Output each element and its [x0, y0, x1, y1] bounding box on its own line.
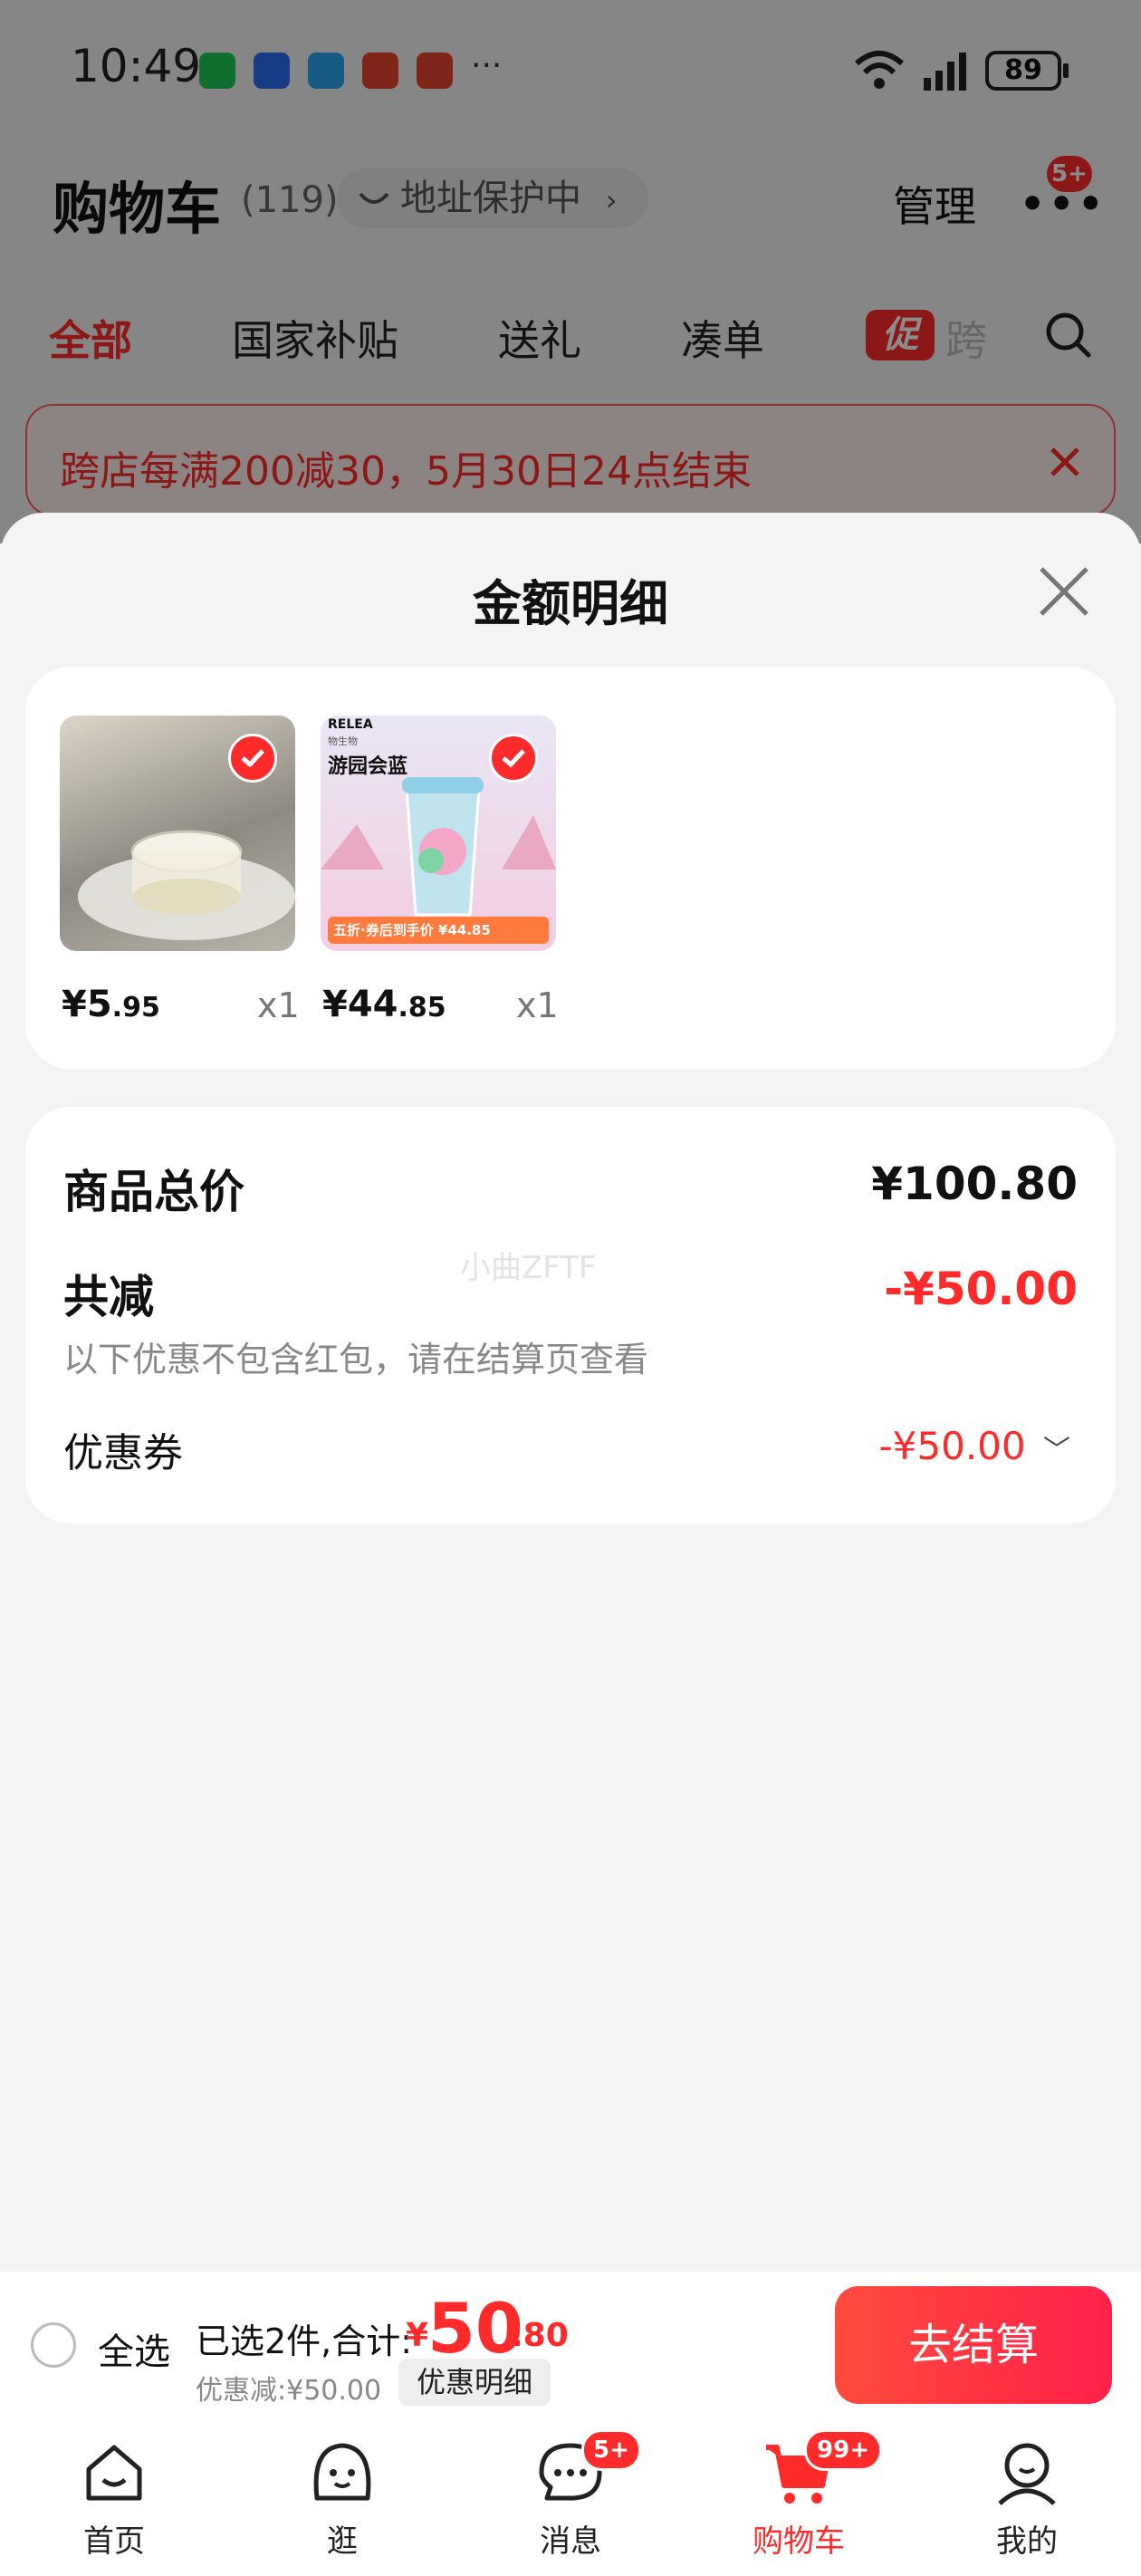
tab-cart[interactable]: 99+ 购物车	[726, 2429, 882, 2561]
product-qty: x1	[257, 985, 300, 1025]
home-icon	[86, 2445, 142, 2501]
checkout-button[interactable]: 去结算	[835, 2286, 1112, 2404]
tab-home[interactable]: 首页	[42, 2438, 187, 2561]
total-decimal: .80	[511, 2317, 569, 2354]
products-card: ¥5.95 x1 RELEA 物生物 游园会蓝 五折·券后到手价 ¥44.85 …	[25, 667, 1116, 1069]
selected-count-text: 已选2件,合计:	[196, 2321, 413, 2361]
tab-cart-label: 购物车	[753, 2523, 845, 2560]
tab-browse-label: 逛	[327, 2523, 358, 2560]
product-price: ¥5.95	[62, 984, 160, 1025]
close-icon[interactable]	[1038, 565, 1090, 618]
selected-check-icon[interactable]	[489, 734, 538, 783]
total-integer: 50	[427, 2288, 523, 2369]
discount-label: 共减	[63, 1271, 154, 1323]
checkout-bar: 全选 已选2件,合计: ¥ 50 .80 优惠减:¥50.00 优惠明细 去结算	[0, 2272, 1141, 2420]
tab-home-label: 首页	[83, 2523, 145, 2560]
total-value: ¥100.80	[871, 1158, 1078, 1210]
cart-page-background: 10:49 ··· 89 购物车 (119) 地址保护中 › 管理 ••• 5+…	[0, 0, 1141, 543]
messages-badge: 5+	[581, 2429, 641, 2471]
tab-messages[interactable]: 5+ 消息	[498, 2429, 643, 2561]
coupon-row-value[interactable]: -¥50.00 ﹀	[879, 1424, 1070, 1468]
select-all-radio[interactable]	[31, 2322, 76, 2368]
tab-profile[interactable]: 我的	[954, 2438, 1099, 2561]
discount-value: -¥50.00	[884, 1263, 1078, 1315]
price-summary-card: 商品总价 ¥100.80 小曲ZFTF 共减 -¥50.00 以下优惠不包含红包…	[25, 1107, 1116, 1523]
product-image-tumbler[interactable]: RELEA 物生物 游园会蓝 五折·券后到手价 ¥44.85	[321, 716, 556, 951]
amount-detail-sheet: 金额明细 ¥5.95 x1 RELEA 物生物 游园会蓝 五折·券后到手价 ¥4…	[0, 513, 1141, 2576]
product-image-banner: 五折·券后到手价 ¥44.85	[333, 922, 491, 938]
tab-profile-label: 我的	[996, 2523, 1058, 2560]
cart-badge: 99+	[804, 2429, 882, 2471]
watermark: 小曲ZFTF	[460, 1250, 597, 1286]
total-currency: ¥	[406, 2317, 429, 2354]
coupon-label: 优惠券	[63, 1430, 183, 1476]
profile-icon	[998, 2443, 1056, 2505]
browse-icon	[313, 2443, 371, 2501]
discount-note: 以下优惠不包含红包，请在结算页查看	[63, 1340, 649, 1379]
discount-summary: 优惠减:¥50.00	[196, 2375, 382, 2407]
total-label: 商品总价	[63, 1166, 244, 1218]
tab-browse[interactable]: 逛	[270, 2438, 415, 2561]
product-price: ¥44.85	[322, 984, 446, 1025]
coupon-value: -¥50.00	[878, 1424, 1026, 1468]
product-qty: x1	[516, 985, 559, 1025]
select-all-label[interactable]: 全选	[98, 2322, 170, 2375]
chevron-down-icon: ﹀	[1043, 1435, 1070, 1466]
modal-overlay[interactable]	[0, 0, 1141, 543]
sheet-title: 金额明细	[473, 575, 668, 632]
selected-check-icon[interactable]	[228, 734, 277, 783]
tab-messages-label: 消息	[540, 2523, 601, 2560]
bottom-tab-bar: 首页 逛 5+ 消息 99+ 购物车 我的	[0, 2420, 1141, 2576]
discount-detail-button[interactable]: 优惠明细	[398, 2359, 551, 2406]
product-image-glass-cup[interactable]	[60, 716, 295, 951]
